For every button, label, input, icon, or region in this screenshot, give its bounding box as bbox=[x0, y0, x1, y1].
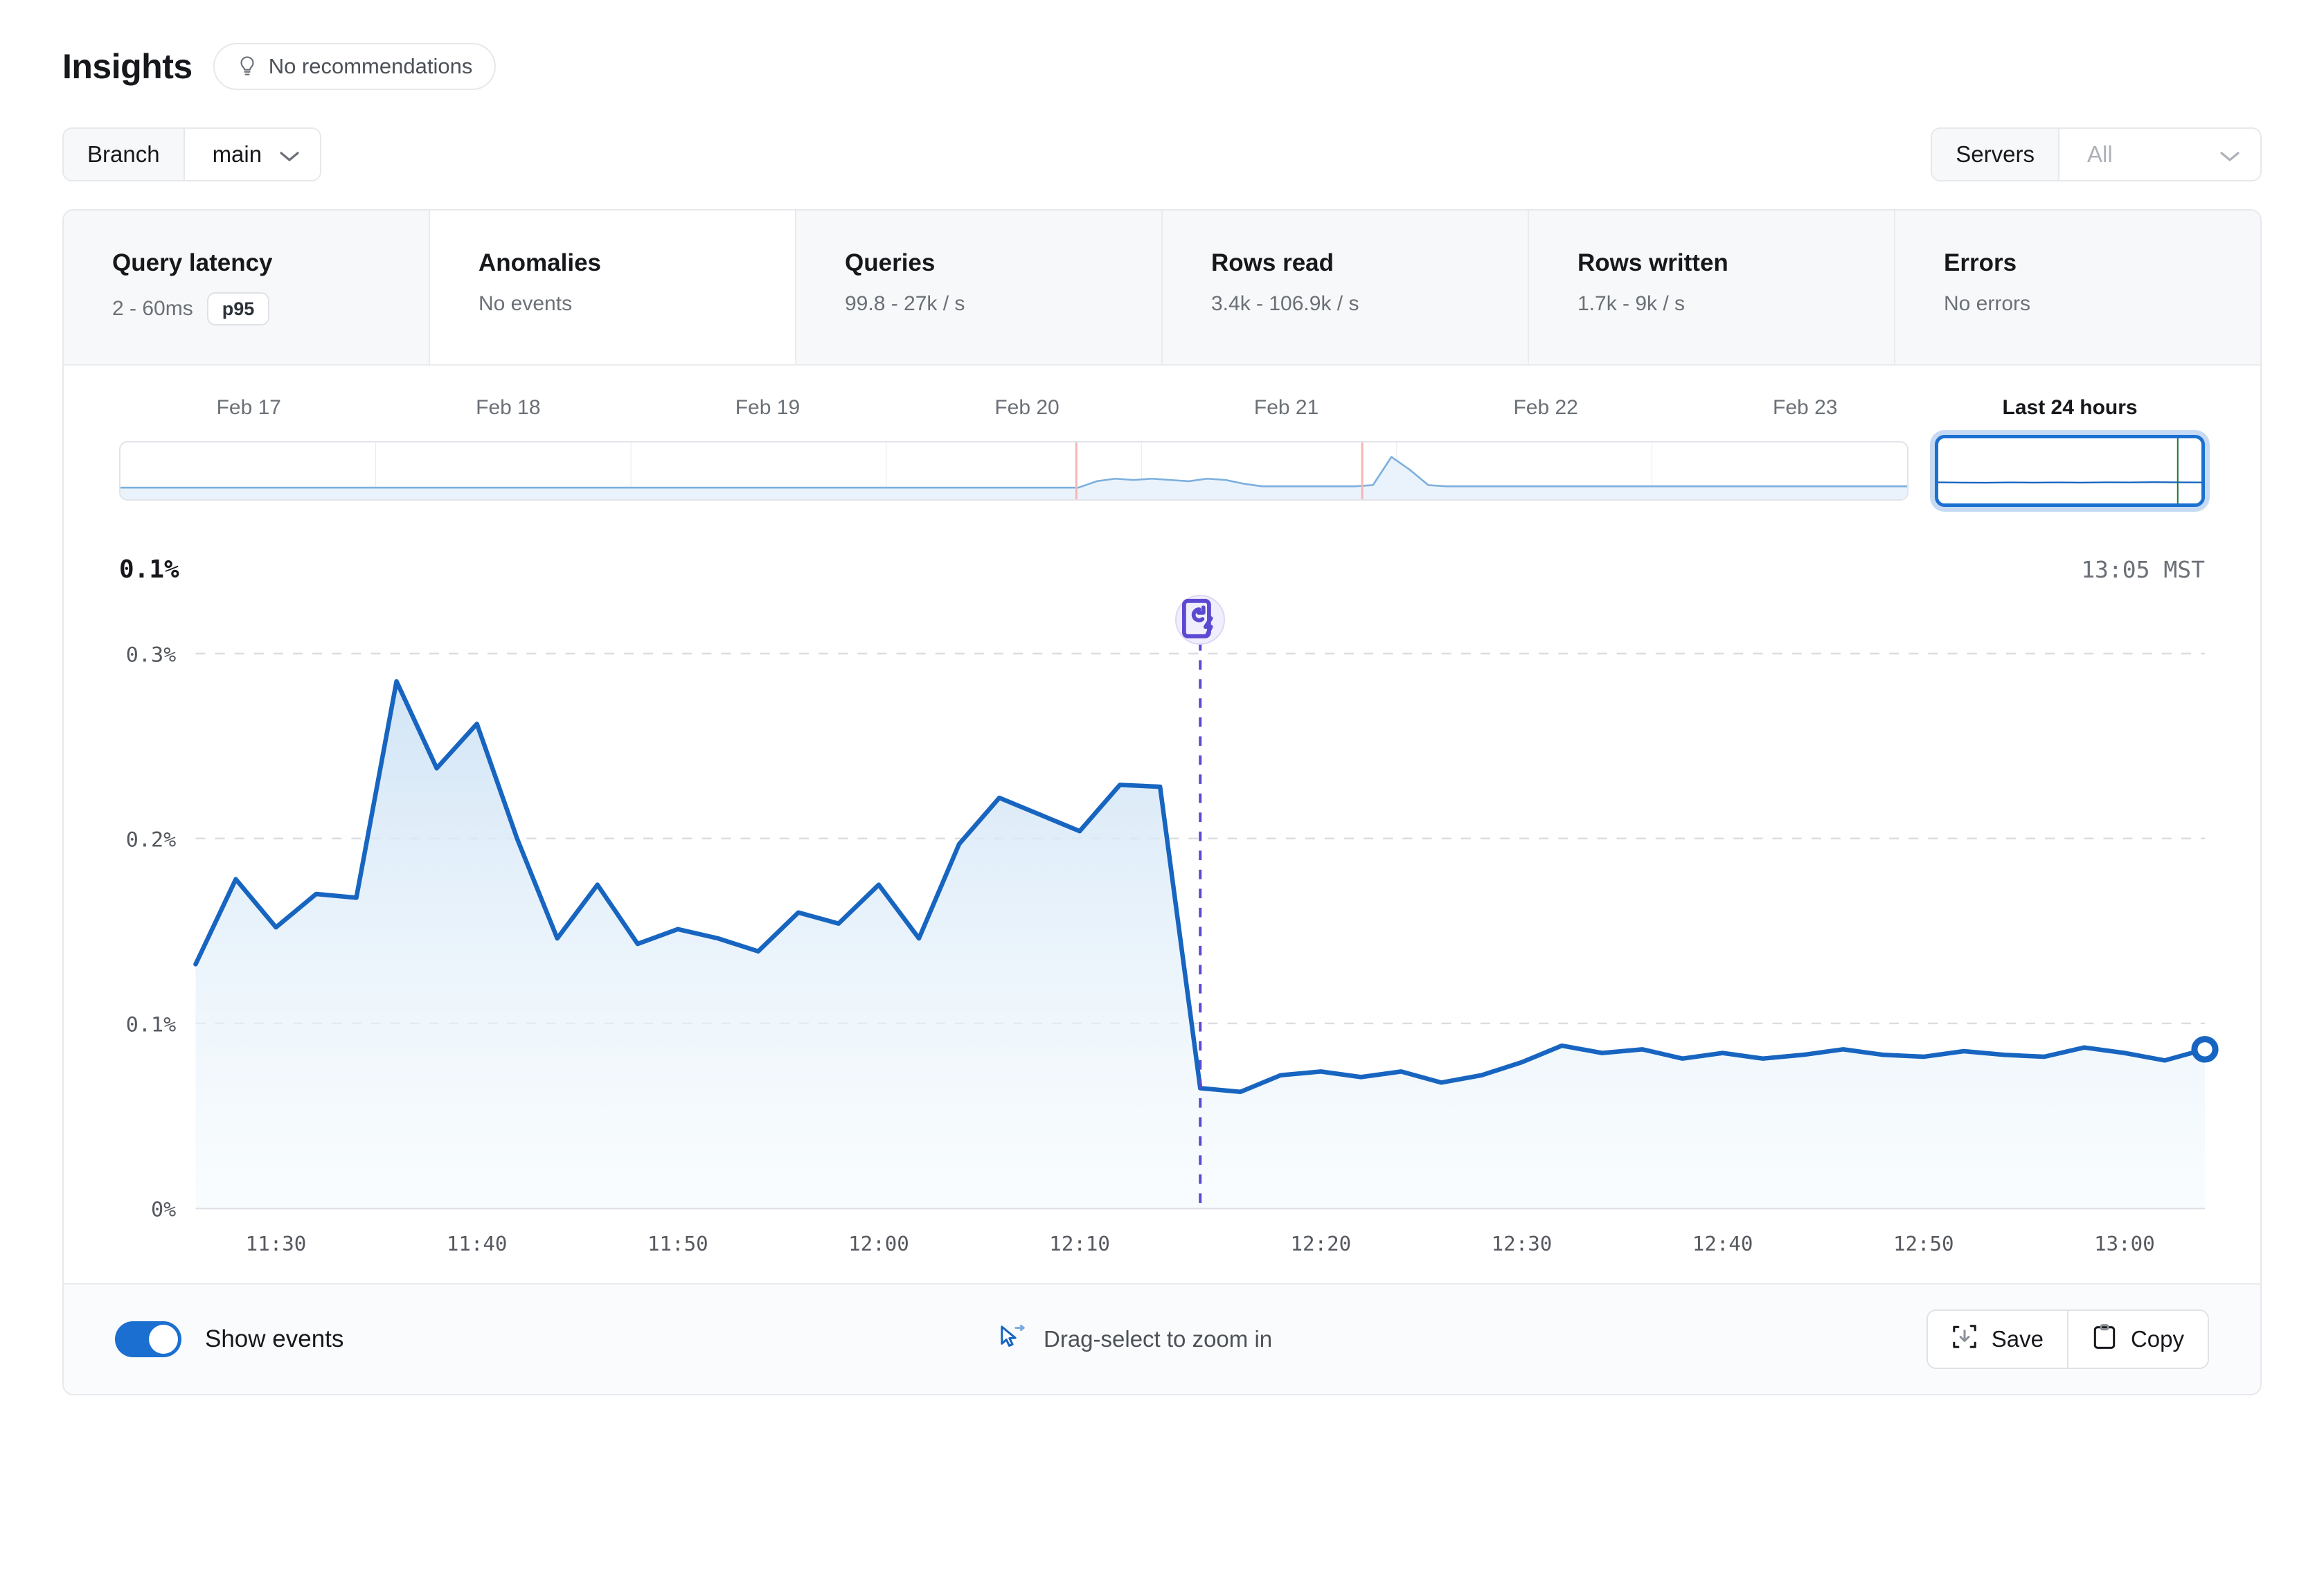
brush-label-0: Feb 17 bbox=[119, 396, 379, 420]
brush-overview-sparkline bbox=[120, 442, 1907, 499]
brush-day-labels: Feb 17 Feb 18 Feb 19 Feb 20 Feb 21 Feb 2… bbox=[119, 396, 2205, 420]
tab-subtitle: No errors bbox=[1944, 292, 2260, 316]
toggle-knob bbox=[149, 1325, 178, 1354]
tab-subtitle: 99.8 - 27k / s bbox=[845, 292, 1161, 316]
chart-footer: Show events Drag-select to zoom in bbox=[64, 1283, 2260, 1394]
copy-label: Copy bbox=[2131, 1326, 2184, 1352]
current-timestamp: 13:05 MST bbox=[2081, 556, 2205, 583]
chevron-down-icon bbox=[280, 141, 299, 168]
recommendations-pill[interactable]: No recommendations bbox=[213, 43, 497, 90]
brush-overview-track[interactable] bbox=[119, 441, 1909, 501]
brush-label-2: Feb 19 bbox=[638, 396, 897, 420]
chart-x-axis-labels: 11:30 11:40 11:50 12:00 12:10 12:20 12:30 12:40… bbox=[246, 1232, 2155, 1255]
svg-text:0.2%: 0.2% bbox=[126, 828, 177, 852]
svg-text:0%: 0% bbox=[151, 1198, 176, 1222]
tab-sub-text: No errors bbox=[1944, 292, 2030, 316]
brush-selection-sparkline bbox=[1938, 438, 2201, 503]
drag-select-cursor-icon bbox=[998, 1325, 1027, 1354]
deploy-event-icon[interactable] bbox=[1175, 595, 1225, 645]
anomalies-chart[interactable]: 0% 0.1% 0.2% 0.3% 11:30 11:40 11:50 12:00 12:10… bbox=[64, 584, 2260, 1283]
lightbulb-icon bbox=[237, 55, 258, 78]
show-events-control[interactable]: Show events bbox=[115, 1321, 343, 1357]
tab-subtitle: No events bbox=[479, 292, 795, 316]
branch-value[interactable]: main bbox=[185, 129, 321, 180]
servers-value-text: All bbox=[2087, 141, 2113, 168]
drag-select-hint-text: Drag-select to zoom in bbox=[1044, 1326, 1272, 1352]
chart-actions: Save Copy bbox=[1927, 1309, 2209, 1369]
filters-row: Branch main Servers All bbox=[62, 127, 2262, 181]
branch-label: Branch bbox=[64, 129, 185, 180]
copy-button[interactable]: Copy bbox=[2067, 1311, 2208, 1368]
percentile-badge[interactable]: p95 bbox=[207, 292, 270, 325]
tab-title: Errors bbox=[1944, 249, 2260, 277]
tab-anomalies[interactable]: Anomalies No events bbox=[430, 211, 796, 364]
insights-page: Insights No recommendations Branch main bbox=[0, 0, 2324, 1583]
tab-title: Rows written bbox=[1577, 249, 1894, 277]
svg-text:12:00: 12:00 bbox=[848, 1232, 909, 1255]
recommendations-label: No recommendations bbox=[269, 54, 473, 79]
insights-card: Query latency 2 - 60ms p95 Anomalies No … bbox=[62, 209, 2262, 1395]
clipboard-icon bbox=[2092, 1323, 2117, 1355]
brush-label-1: Feb 18 bbox=[379, 396, 638, 420]
page-header: Insights No recommendations bbox=[62, 0, 2262, 90]
svg-text:11:50: 11:50 bbox=[647, 1232, 708, 1255]
brush-label-6: Feb 23 bbox=[1675, 396, 1935, 420]
svg-text:13:00: 13:00 bbox=[2094, 1232, 2155, 1255]
tab-title: Anomalies bbox=[479, 249, 795, 277]
brush-label-3: Feb 20 bbox=[897, 396, 1157, 420]
tab-errors[interactable]: Errors No errors bbox=[1895, 211, 2260, 364]
tab-subtitle: 1.7k - 9k / s bbox=[1577, 292, 1894, 316]
tab-subtitle: 3.4k - 106.9k / s bbox=[1211, 292, 1528, 316]
current-metric-value: 0.1% bbox=[119, 555, 179, 584]
page-title: Insights bbox=[62, 46, 193, 87]
svg-text:12:10: 12:10 bbox=[1049, 1232, 1110, 1255]
svg-text:11:40: 11:40 bbox=[447, 1232, 508, 1255]
chart-endpoint-marker bbox=[2195, 1039, 2215, 1059]
branch-value-text: main bbox=[213, 141, 262, 168]
save-icon bbox=[1951, 1323, 1978, 1355]
branch-selector[interactable]: Branch main bbox=[62, 127, 321, 181]
svg-text:12:30: 12:30 bbox=[1492, 1232, 1553, 1255]
svg-text:11:30: 11:30 bbox=[246, 1232, 307, 1255]
servers-value[interactable]: All bbox=[2059, 129, 2260, 180]
svg-text:12:50: 12:50 bbox=[1893, 1232, 1954, 1255]
show-events-toggle[interactable] bbox=[115, 1321, 181, 1357]
save-label: Save bbox=[1992, 1326, 2044, 1352]
save-button[interactable]: Save bbox=[1928, 1311, 2067, 1368]
chart-y-axis-labels: 0% 0.1% 0.2% 0.3% bbox=[126, 643, 177, 1222]
brush-selected-range[interactable] bbox=[1935, 435, 2205, 507]
servers-label: Servers bbox=[1932, 129, 2059, 180]
brush-controls bbox=[119, 435, 2205, 507]
servers-selector[interactable]: Servers All bbox=[1931, 127, 2262, 181]
chevron-down-icon bbox=[2220, 141, 2240, 168]
timeline-brush: Feb 17 Feb 18 Feb 19 Feb 20 Feb 21 Feb 2… bbox=[64, 366, 2260, 514]
metric-tabs: Query latency 2 - 60ms p95 Anomalies No … bbox=[64, 211, 2260, 366]
brush-label-5: Feb 22 bbox=[1416, 396, 1676, 420]
tab-title: Query latency bbox=[112, 249, 429, 277]
svg-text:0.1%: 0.1% bbox=[126, 1013, 177, 1037]
tab-sub-text: 1.7k - 9k / s bbox=[1577, 292, 1685, 316]
tab-query-latency[interactable]: Query latency 2 - 60ms p95 bbox=[64, 211, 430, 364]
tab-title: Queries bbox=[845, 249, 1161, 277]
show-events-label: Show events bbox=[205, 1325, 343, 1353]
svg-text:0.3%: 0.3% bbox=[126, 643, 177, 668]
chart-header: 0.1% 13:05 MST bbox=[64, 514, 2260, 584]
svg-text:12:40: 12:40 bbox=[1692, 1232, 1753, 1255]
tab-sub-text: 3.4k - 106.9k / s bbox=[1211, 292, 1359, 316]
brush-label-4: Feb 21 bbox=[1156, 396, 1416, 420]
brush-selection-label: Last 24 hours bbox=[1935, 396, 2205, 420]
tab-rows-read[interactable]: Rows read 3.4k - 106.9k / s bbox=[1163, 211, 1529, 364]
tab-sub-text: 2 - 60ms bbox=[112, 297, 193, 321]
tab-rows-written[interactable]: Rows written 1.7k - 9k / s bbox=[1529, 211, 1895, 364]
tab-sub-text: No events bbox=[479, 292, 572, 316]
tab-subtitle: 2 - 60ms p95 bbox=[112, 292, 429, 325]
drag-select-hint: Drag-select to zoom in bbox=[998, 1325, 1272, 1354]
svg-text:12:20: 12:20 bbox=[1290, 1232, 1351, 1255]
tab-title: Rows read bbox=[1211, 249, 1528, 277]
tab-queries[interactable]: Queries 99.8 - 27k / s bbox=[796, 211, 1163, 364]
tab-sub-text: 99.8 - 27k / s bbox=[845, 292, 965, 316]
